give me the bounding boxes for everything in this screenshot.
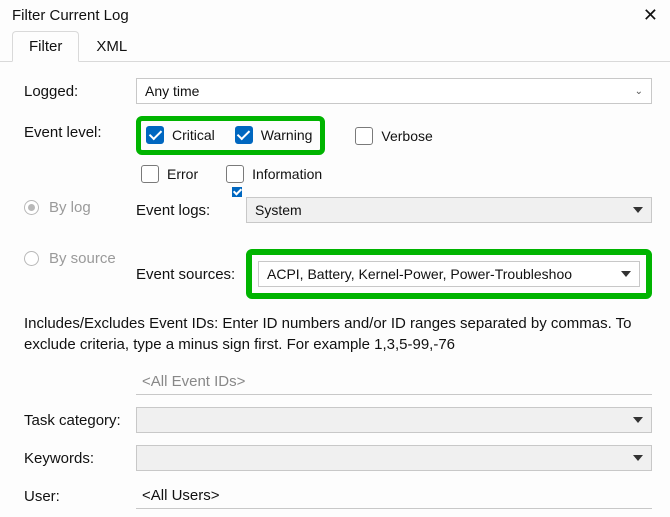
chevron-down-icon: ⌄	[635, 86, 643, 97]
logged-value: Any time	[145, 83, 199, 99]
checkbox-warning[interactable]: Warning	[235, 126, 313, 144]
row-logged: Logged: Any time ⌄	[24, 78, 652, 104]
label-event-sources: Event sources:	[136, 266, 246, 283]
label-keywords: Keywords:	[24, 450, 136, 467]
user-input[interactable]	[136, 483, 652, 509]
row-event-level: Event level: Critical Warning	[24, 116, 652, 183]
highlight-event-sources: ACPI, Battery, Kernel-Power, Power-Troub…	[246, 249, 652, 299]
small-check-icon	[232, 187, 242, 197]
row-user: User:	[24, 483, 652, 509]
task-category-dropdown[interactable]	[136, 407, 652, 433]
checkbox-verbose[interactable]: Verbose	[355, 127, 432, 145]
chevron-down-icon	[633, 207, 643, 213]
label-error: Error	[167, 166, 198, 182]
label-logged: Logged:	[24, 83, 136, 100]
checkbox-icon	[146, 126, 164, 144]
label-by-log: By log	[49, 199, 91, 216]
checkbox-critical[interactable]: Critical	[146, 126, 215, 144]
label-event-level: Event level:	[24, 116, 136, 141]
label-task-category: Task category:	[24, 412, 136, 429]
event-logs-value: System	[255, 202, 302, 218]
row-task-category: Task category:	[24, 407, 652, 433]
checkbox-icon	[235, 126, 253, 144]
highlight-critical-warning: Critical Warning	[136, 116, 325, 155]
row-keywords: Keywords:	[24, 445, 652, 471]
tab-strip: Filter XML	[0, 30, 670, 62]
radio-icon	[24, 200, 39, 215]
close-icon[interactable]: ✕	[643, 6, 658, 24]
label-by-source: By source	[49, 250, 116, 267]
row-event-logs: Event logs: System	[136, 197, 652, 223]
tab-xml[interactable]: XML	[79, 31, 144, 62]
chevron-down-icon	[633, 455, 643, 461]
label-critical: Critical	[172, 127, 215, 143]
event-logs-dropdown[interactable]: System	[246, 197, 652, 223]
checkbox-icon	[141, 165, 159, 183]
chevron-down-icon	[633, 417, 643, 423]
event-sources-dropdown[interactable]: ACPI, Battery, Kernel-Power, Power-Troub…	[258, 261, 640, 287]
radio-by-log[interactable]: By log	[24, 199, 136, 216]
window-root: Filter Current Log ✕ Filter XML Logged: …	[0, 0, 670, 517]
chevron-down-icon	[621, 271, 631, 277]
row-event-ids	[24, 369, 652, 395]
label-event-logs: Event logs:	[136, 202, 246, 219]
label-information: Information	[252, 166, 322, 182]
row-log-source: By log By source Event logs: System Even…	[24, 197, 652, 299]
label-user: User:	[24, 488, 136, 505]
tab-filter[interactable]: Filter	[12, 31, 79, 62]
event-ids-input[interactable]	[136, 369, 652, 395]
form-body: Logged: Any time ⌄ Event level: Critical	[0, 62, 670, 509]
radio-icon	[24, 251, 39, 266]
checkbox-error[interactable]: Error	[141, 165, 198, 183]
includes-excludes-help: Includes/Excludes Event IDs: Enter ID nu…	[24, 313, 652, 355]
radio-group-logsource: By log By source	[24, 197, 136, 271]
label-warning: Warning	[261, 127, 313, 143]
radio-by-source[interactable]: By source	[24, 250, 136, 267]
checkbox-icon	[226, 165, 244, 183]
logged-dropdown[interactable]: Any time ⌄	[136, 78, 652, 104]
window-title: Filter Current Log	[12, 7, 129, 24]
row-event-sources: Event sources: ACPI, Battery, Kernel-Pow…	[136, 249, 652, 299]
keywords-dropdown[interactable]	[136, 445, 652, 471]
event-sources-value: ACPI, Battery, Kernel-Power, Power-Troub…	[267, 266, 572, 282]
label-verbose: Verbose	[381, 128, 432, 144]
checkbox-icon	[355, 127, 373, 145]
checkbox-information[interactable]: Information	[226, 165, 322, 183]
titlebar: Filter Current Log ✕	[0, 0, 670, 30]
